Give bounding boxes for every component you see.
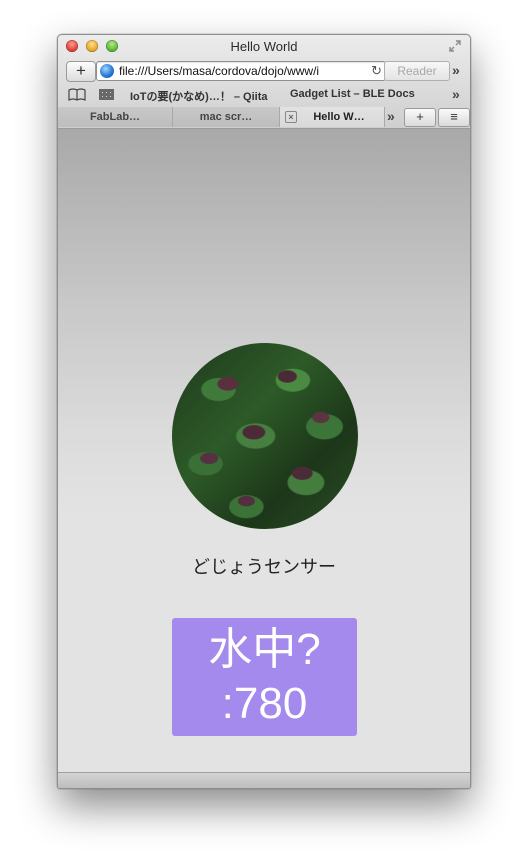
- bookmark-item[interactable]: IoTの要(かなめ)…！ – Qiita: [130, 88, 268, 104]
- bookmarks-bar: IoTの要(かなめ)…！ – Qiita Gadget List – BLE D…: [58, 86, 470, 104]
- reader-button[interactable]: Reader: [384, 61, 450, 81]
- clover-photo: [172, 343, 358, 529]
- tab-fablab[interactable]: FabLab…: [58, 107, 173, 127]
- sensor-name: どじょうセンサー: [192, 557, 336, 577]
- address-bar[interactable]: file:///Users/masa/cordova/dojo/www/i ↻: [96, 61, 386, 81]
- tabs-overflow-icon[interactable]: »: [387, 108, 395, 124]
- browser-window: Hello World + file:///Users/masa/cordova…: [57, 34, 471, 789]
- tab-label: Hello W…: [313, 111, 365, 123]
- page-content: どじょうセンサー 水中? :780: [58, 129, 470, 772]
- window-title: Hello World: [230, 39, 298, 54]
- tab-list-button[interactable]: ≡: [438, 108, 470, 127]
- status-line-1: 水中?: [208, 625, 321, 674]
- status-bar: [58, 772, 470, 788]
- bookmark-item[interactable]: Gadget List – BLE Docs: [290, 88, 415, 100]
- browser-toolbar: Hello World + file:///Users/masa/cordova…: [58, 35, 470, 129]
- new-tab-button[interactable]: +: [404, 108, 436, 127]
- url-text[interactable]: file:///Users/masa/cordova/dojo/www/i: [119, 63, 367, 79]
- title-bar[interactable]: Hello World: [58, 35, 470, 57]
- status-panel: 水中? :780: [172, 618, 357, 736]
- bookmarks-overflow-icon[interactable]: »: [452, 86, 460, 102]
- navigation-row: + file:///Users/masa/cordova/dojo/www/i …: [58, 60, 470, 82]
- top-sites-icon[interactable]: [99, 89, 114, 100]
- fullscreen-icon[interactable]: [448, 39, 462, 53]
- tab-close-icon[interactable]: ×: [285, 111, 297, 123]
- globe-icon: [100, 64, 114, 78]
- toolbar-overflow-icon[interactable]: »: [452, 62, 460, 78]
- reading-list-icon[interactable]: [68, 88, 86, 101]
- add-bookmark-button[interactable]: +: [66, 61, 96, 82]
- reload-icon[interactable]: ↻: [371, 63, 382, 79]
- tab-mac-screenshot[interactable]: mac scr…: [173, 107, 280, 127]
- status-line-2: :780: [221, 679, 308, 728]
- tab-bar: FabLab… mac scr… × Hello W… » + ≡: [58, 107, 470, 128]
- tab-hello-world[interactable]: × Hello W…: [280, 107, 385, 127]
